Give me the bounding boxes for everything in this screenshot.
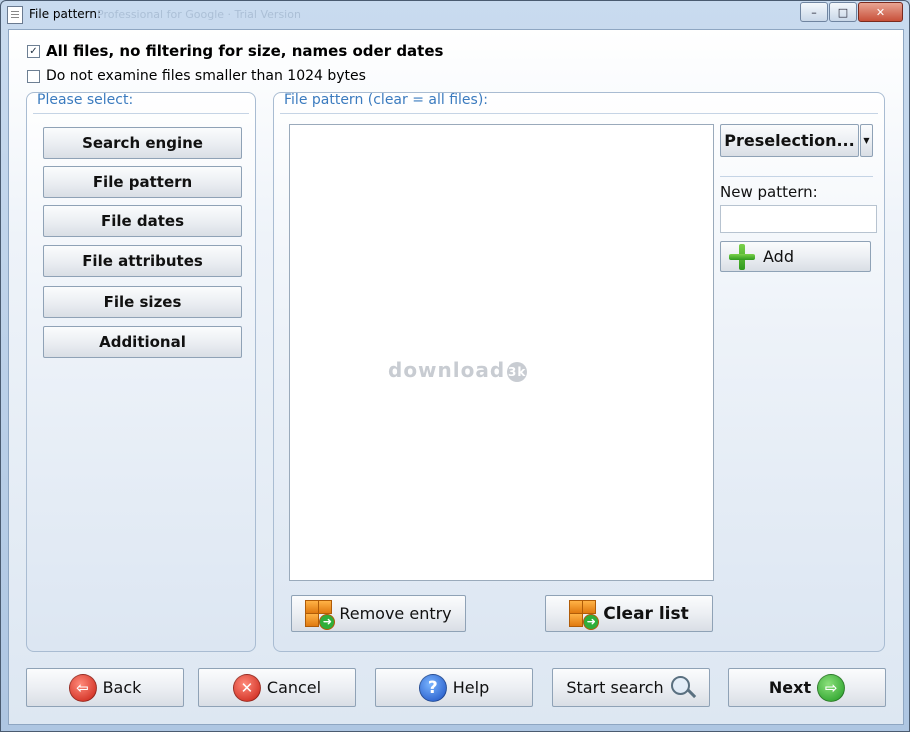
window-title: File pattern:: [29, 7, 102, 21]
next-button[interactable]: Next ⇨: [728, 668, 886, 707]
start-search-button[interactable]: Start search: [552, 668, 710, 707]
file-pattern-panel: File pattern (clear = all files): downlo…: [273, 92, 885, 652]
file-pattern-button[interactable]: File pattern: [43, 166, 242, 198]
legend-divider: [280, 113, 878, 114]
preselection-button[interactable]: Preselection...: [720, 124, 859, 157]
new-pattern-label: New pattern:: [720, 183, 818, 201]
watermark-badge: 3k: [507, 361, 528, 382]
selection-panel-legend: Please select:: [37, 92, 134, 108]
search-engine-button[interactable]: Search engine: [43, 127, 242, 159]
min-size-label[interactable]: Do not examine files smaller than 1024 b…: [46, 68, 366, 84]
back-button[interactable]: ⇦ Back: [26, 668, 184, 707]
help-icon: ?: [418, 673, 447, 702]
file-sizes-button[interactable]: File sizes: [43, 286, 242, 318]
watermark: download 3k: [388, 358, 528, 382]
add-button[interactable]: Add: [720, 241, 871, 272]
help-button[interactable]: ? Help: [375, 668, 533, 707]
dialog-client-area: ✓ All files, no filtering for size, name…: [8, 29, 904, 725]
pattern-list[interactable]: download 3k: [289, 124, 714, 581]
file-dates-button[interactable]: File dates: [43, 205, 242, 237]
document-icon: [7, 6, 23, 24]
file-pattern-legend: File pattern (clear = all files):: [284, 92, 488, 108]
maximize-button[interactable]: □: [829, 2, 857, 22]
help-label: Help: [452, 678, 490, 697]
plus-icon: [727, 242, 757, 272]
remove-entry-button[interactable]: ➜ Remove entry: [291, 595, 466, 632]
next-arrow-icon: ⇨: [817, 673, 846, 702]
back-arrow-icon: ⇦: [68, 673, 97, 702]
back-label: Back: [102, 678, 142, 697]
all-files-option[interactable]: ✓ All files, no filtering for size, name…: [27, 42, 443, 60]
all-files-label[interactable]: All files, no filtering for size, names …: [46, 42, 443, 60]
min-size-checkbox[interactable]: [27, 69, 40, 83]
window-subtitle: Professional for Google · Trial Version: [97, 8, 301, 21]
start-search-label: Start search: [566, 678, 664, 697]
cancel-icon: ✕: [232, 673, 261, 702]
clear-list-button[interactable]: ➜ Clear list: [545, 595, 713, 632]
legend-divider: [33, 113, 249, 114]
minimize-button[interactable]: –: [800, 2, 828, 22]
preselection-dropdown[interactable]: ▼: [860, 124, 873, 157]
selection-panel: Please select: Search engine File patter…: [26, 92, 256, 652]
file-attributes-button[interactable]: File attributes: [43, 245, 242, 277]
min-size-option[interactable]: Do not examine files smaller than 1024 b…: [27, 68, 366, 84]
cancel-button[interactable]: ✕ Cancel: [198, 668, 356, 707]
title-bar[interactable]: File pattern: Professional for Google · …: [1, 1, 909, 27]
chevron-down-icon: ▼: [863, 136, 870, 145]
divider: [720, 176, 873, 177]
all-files-checkbox[interactable]: ✓: [27, 44, 40, 58]
additional-button[interactable]: Additional: [43, 326, 242, 358]
add-label: Add: [763, 247, 794, 266]
next-label: Next: [768, 678, 812, 697]
close-button[interactable]: ✕: [858, 2, 903, 22]
remove-entry-icon: ➜: [305, 599, 336, 630]
magnifier-icon: [670, 675, 696, 701]
clear-list-icon: ➜: [569, 599, 600, 630]
remove-entry-label: Remove entry: [339, 604, 452, 623]
clear-list-label: Clear list: [603, 603, 689, 624]
window-controls: – □ ✕: [800, 2, 903, 22]
watermark-text: download: [388, 358, 506, 382]
cancel-label: Cancel: [266, 678, 322, 697]
main-window: File pattern: Professional for Google · …: [0, 0, 910, 732]
new-pattern-input[interactable]: [720, 205, 877, 233]
